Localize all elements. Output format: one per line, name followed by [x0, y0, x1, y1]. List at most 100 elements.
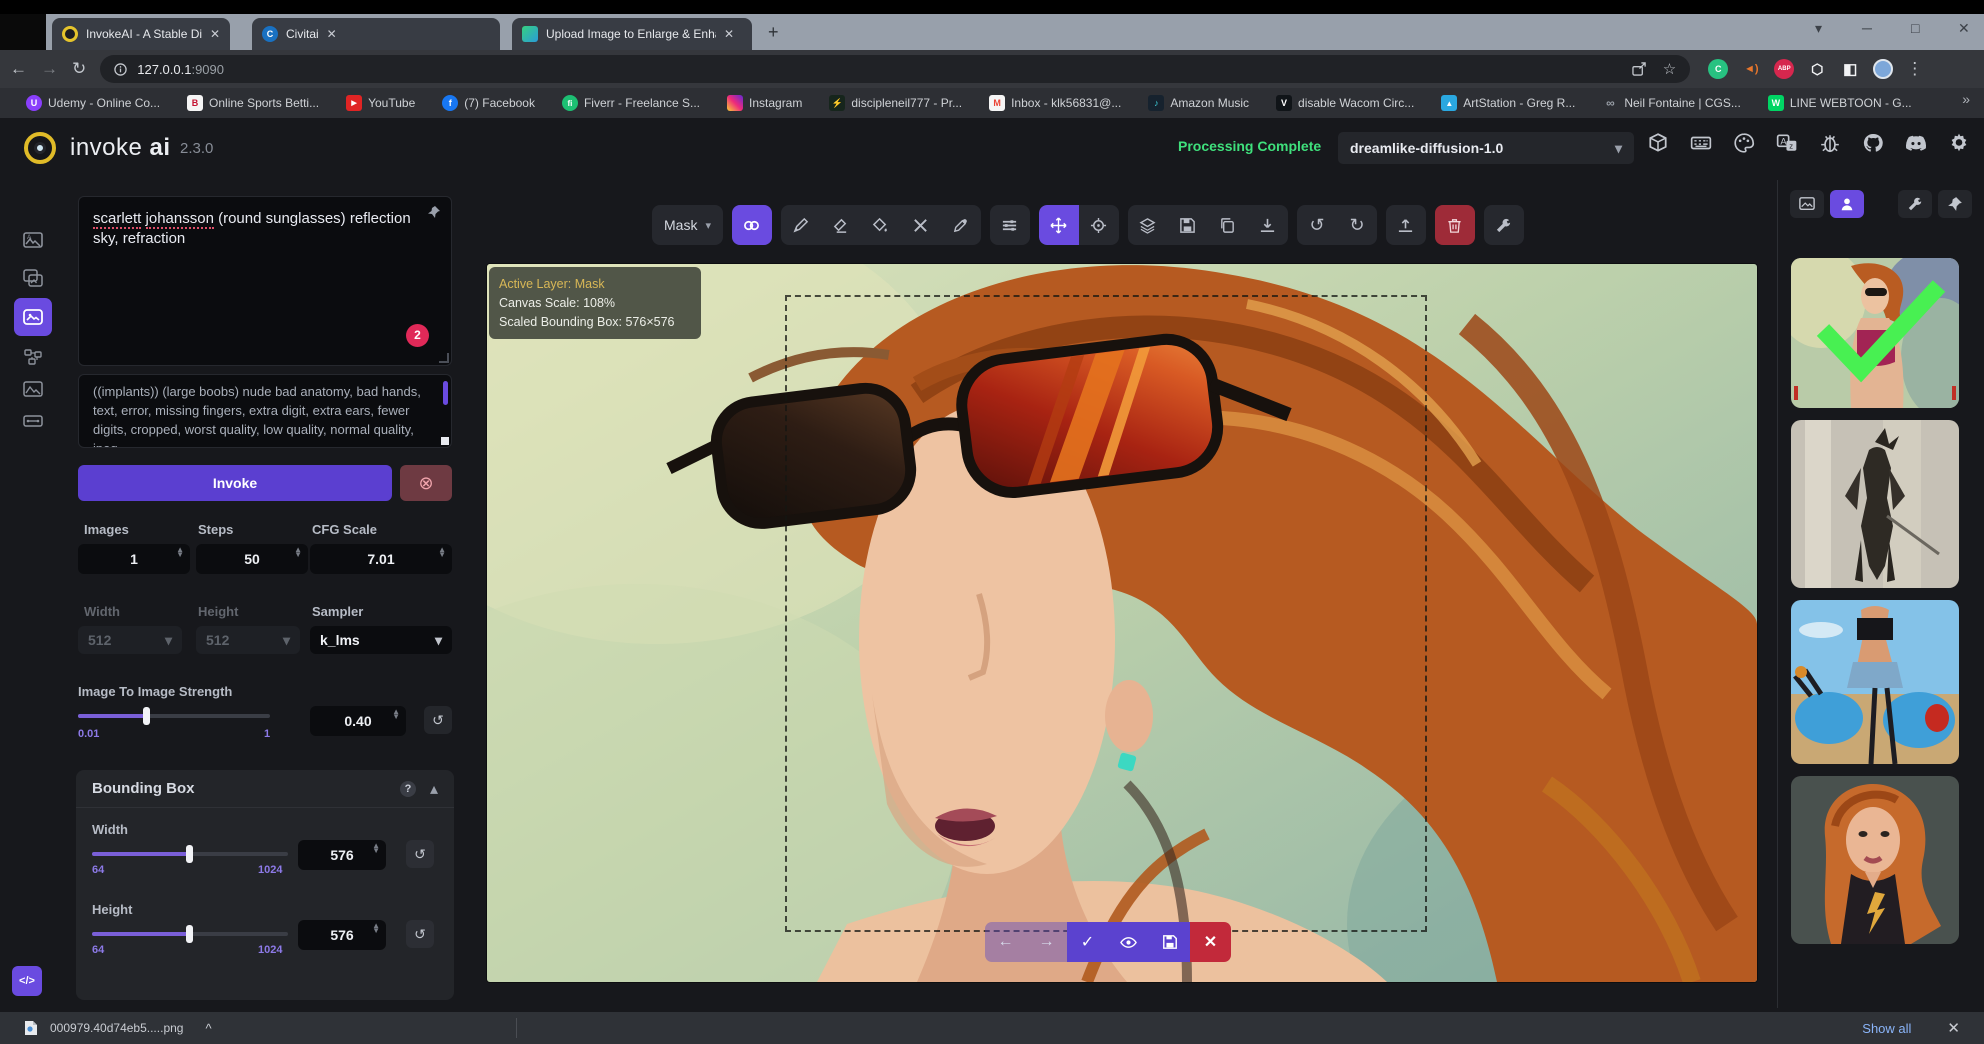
bookmark-item[interactable]: BOnline Sports Betti...: [187, 95, 319, 111]
stepper[interactable]: ▲▼: [176, 548, 184, 558]
slider-thumb[interactable]: [186, 925, 193, 943]
save-staging-button[interactable]: [1149, 934, 1190, 950]
gallery-uploads-toggle[interactable]: [1830, 190, 1864, 218]
download-image-button[interactable]: [1248, 205, 1288, 245]
collapse-chevron-icon[interactable]: ▴: [430, 779, 438, 799]
strength-input[interactable]: 0.40 ▲▼: [310, 706, 406, 736]
browser-reload-button[interactable]: ↻: [72, 59, 86, 79]
url-bar[interactable]: 127.0.0.1:9090 ☆: [100, 55, 1690, 83]
gallery-thumbnail[interactable]: [1791, 420, 1959, 588]
pin-gallery-button[interactable]: [1938, 190, 1972, 218]
copy-to-clipboard-button[interactable]: [1208, 205, 1248, 245]
eraser-tool-button[interactable]: [821, 205, 861, 245]
strength-reset-button[interactable]: ↺: [424, 706, 452, 734]
merge-visible-button[interactable]: [1128, 205, 1168, 245]
tab-close-icon[interactable]: ✕: [724, 27, 734, 41]
gallery-thumbnail[interactable]: [1791, 600, 1959, 764]
gallery-generations-toggle[interactable]: [1790, 190, 1824, 218]
brush-options-button[interactable]: [990, 205, 1030, 245]
save-to-gallery-button[interactable]: [1168, 205, 1208, 245]
bbox-width-reset-button[interactable]: ↺: [406, 840, 434, 868]
tab-close-icon[interactable]: ✕: [327, 27, 337, 41]
bbox-width-input[interactable]: 576 ▲▼: [298, 840, 386, 870]
scrollbar-thumb[interactable]: [443, 381, 448, 405]
bookmark-item[interactable]: WLINE WEBTOON - G...: [1768, 95, 1912, 111]
slider-thumb[interactable]: [186, 845, 193, 863]
github-icon[interactable]: [1862, 132, 1884, 154]
bookmarks-overflow-icon[interactable]: »: [1962, 91, 1970, 107]
bbox-width-slider[interactable]: [92, 852, 288, 856]
stepper[interactable]: ▲▼: [372, 924, 380, 934]
mask-toggle-button[interactable]: [732, 205, 772, 245]
bbox-height-slider[interactable]: [92, 932, 288, 936]
tab-text-to-image[interactable]: A: [14, 224, 52, 256]
hotkeys-keyboard-icon[interactable]: [1690, 132, 1712, 154]
negative-prompt-input[interactable]: ((implants)) (large boobs) nude bad anat…: [78, 374, 452, 448]
download-caret-icon[interactable]: ^: [205, 1021, 211, 1036]
browser-menu-icon[interactable]: ⋮: [1906, 59, 1923, 79]
extension-icon[interactable]: C: [1708, 59, 1728, 79]
layer-select[interactable]: Mask ▾: [652, 205, 723, 245]
browser-forward-button[interactable]: →: [41, 59, 58, 79]
bounding-box-header[interactable]: Bounding Box ? ▴: [76, 770, 454, 808]
cancel-button[interactable]: ⊗: [400, 465, 452, 501]
bookmark-item[interactable]: ⚡discipleneil777 - Pr...: [829, 95, 962, 111]
show-all-downloads-link[interactable]: Show all: [1862, 1021, 1911, 1036]
canvas-settings-button[interactable]: [1484, 205, 1524, 245]
erase-bounding-box-button[interactable]: [901, 205, 941, 245]
gallery-thumbnail-selected[interactable]: [1791, 258, 1959, 408]
window-maximize-button[interactable]: □: [1911, 20, 1919, 36]
tab-image-to-image[interactable]: [14, 262, 52, 294]
resize-grip[interactable]: [439, 353, 449, 363]
download-item[interactable]: 000979.40d74eb5.....png ^: [24, 1020, 212, 1036]
next-image-button[interactable]: →: [1026, 933, 1067, 951]
fill-bounding-box-button[interactable]: [861, 205, 901, 245]
bookmark-item[interactable]: Instagram: [727, 95, 802, 111]
bookmark-item[interactable]: UUdemy - Online Co...: [26, 95, 160, 111]
gallery-settings-button[interactable]: [1898, 190, 1932, 218]
help-icon[interactable]: ?: [400, 781, 416, 797]
bookmark-item[interactable]: MInbox - klk56831@...: [989, 95, 1121, 111]
bookmark-item[interactable]: ∞Neil Fontaine | CGS...: [1602, 95, 1741, 111]
browser-tab-civitai[interactable]: C Civitai ✕: [252, 18, 500, 50]
gallery-thumbnail[interactable]: [1791, 776, 1959, 944]
brush-tool-button[interactable]: [781, 205, 821, 245]
bookmark-item[interactable]: Vdisable Wacom Circ...: [1276, 95, 1414, 111]
invoke-button[interactable]: Invoke: [78, 465, 392, 501]
new-tab-button[interactable]: +: [768, 22, 779, 43]
accept-image-button[interactable]: ✓: [1067, 932, 1108, 952]
tab-unified-canvas[interactable]: [14, 298, 52, 336]
upload-button[interactable]: [1386, 205, 1426, 245]
stepper[interactable]: ▲▼: [438, 548, 446, 558]
bbox-height-input[interactable]: 576 ▲▼: [298, 920, 386, 950]
tab-close-icon[interactable]: ✕: [210, 27, 220, 41]
bookmark-item[interactable]: f(7) Facebook: [442, 95, 535, 111]
bookmark-item[interactable]: ▶YouTube: [346, 95, 415, 111]
site-info-icon[interactable]: [114, 63, 127, 76]
stepper[interactable]: ▲▼: [392, 710, 400, 720]
window-minimize-button[interactable]: ─: [1862, 20, 1872, 36]
report-bug-icon[interactable]: [1819, 132, 1841, 154]
bbox-height-reset-button[interactable]: ↺: [406, 920, 434, 948]
show-hide-button[interactable]: [1108, 934, 1149, 951]
slider-thumb[interactable]: [143, 707, 150, 725]
share-icon[interactable]: [1632, 62, 1647, 76]
window-close-button[interactable]: ✕: [1958, 20, 1970, 37]
browser-tab-upload[interactable]: Upload Image to Enlarge & Enha ✕: [512, 18, 752, 50]
bookmark-item[interactable]: ▲ArtStation - Greg R...: [1441, 95, 1575, 111]
cfg-scale-input[interactable]: 7.01 ▲▼: [310, 544, 452, 574]
undo-button[interactable]: ↺: [1297, 205, 1337, 245]
stepper[interactable]: ▲▼: [294, 548, 302, 558]
color-picker-button[interactable]: [941, 205, 981, 245]
browser-back-button[interactable]: ←: [10, 59, 27, 79]
prompt-input[interactable]: scarlett johansson (round sunglasses) re…: [78, 196, 452, 366]
tab-nodes[interactable]: [14, 341, 52, 373]
strength-slider[interactable]: [78, 714, 270, 718]
profile-avatar[interactable]: [1873, 59, 1893, 79]
clear-canvas-button[interactable]: [1435, 205, 1475, 245]
settings-gear-icon[interactable]: [1948, 132, 1970, 154]
canvas-bounding-box[interactable]: [785, 295, 1427, 932]
redo-button[interactable]: ↻: [1337, 205, 1377, 245]
discord-icon[interactable]: [1905, 132, 1927, 154]
bookmark-star-icon[interactable]: ☆: [1663, 60, 1676, 78]
